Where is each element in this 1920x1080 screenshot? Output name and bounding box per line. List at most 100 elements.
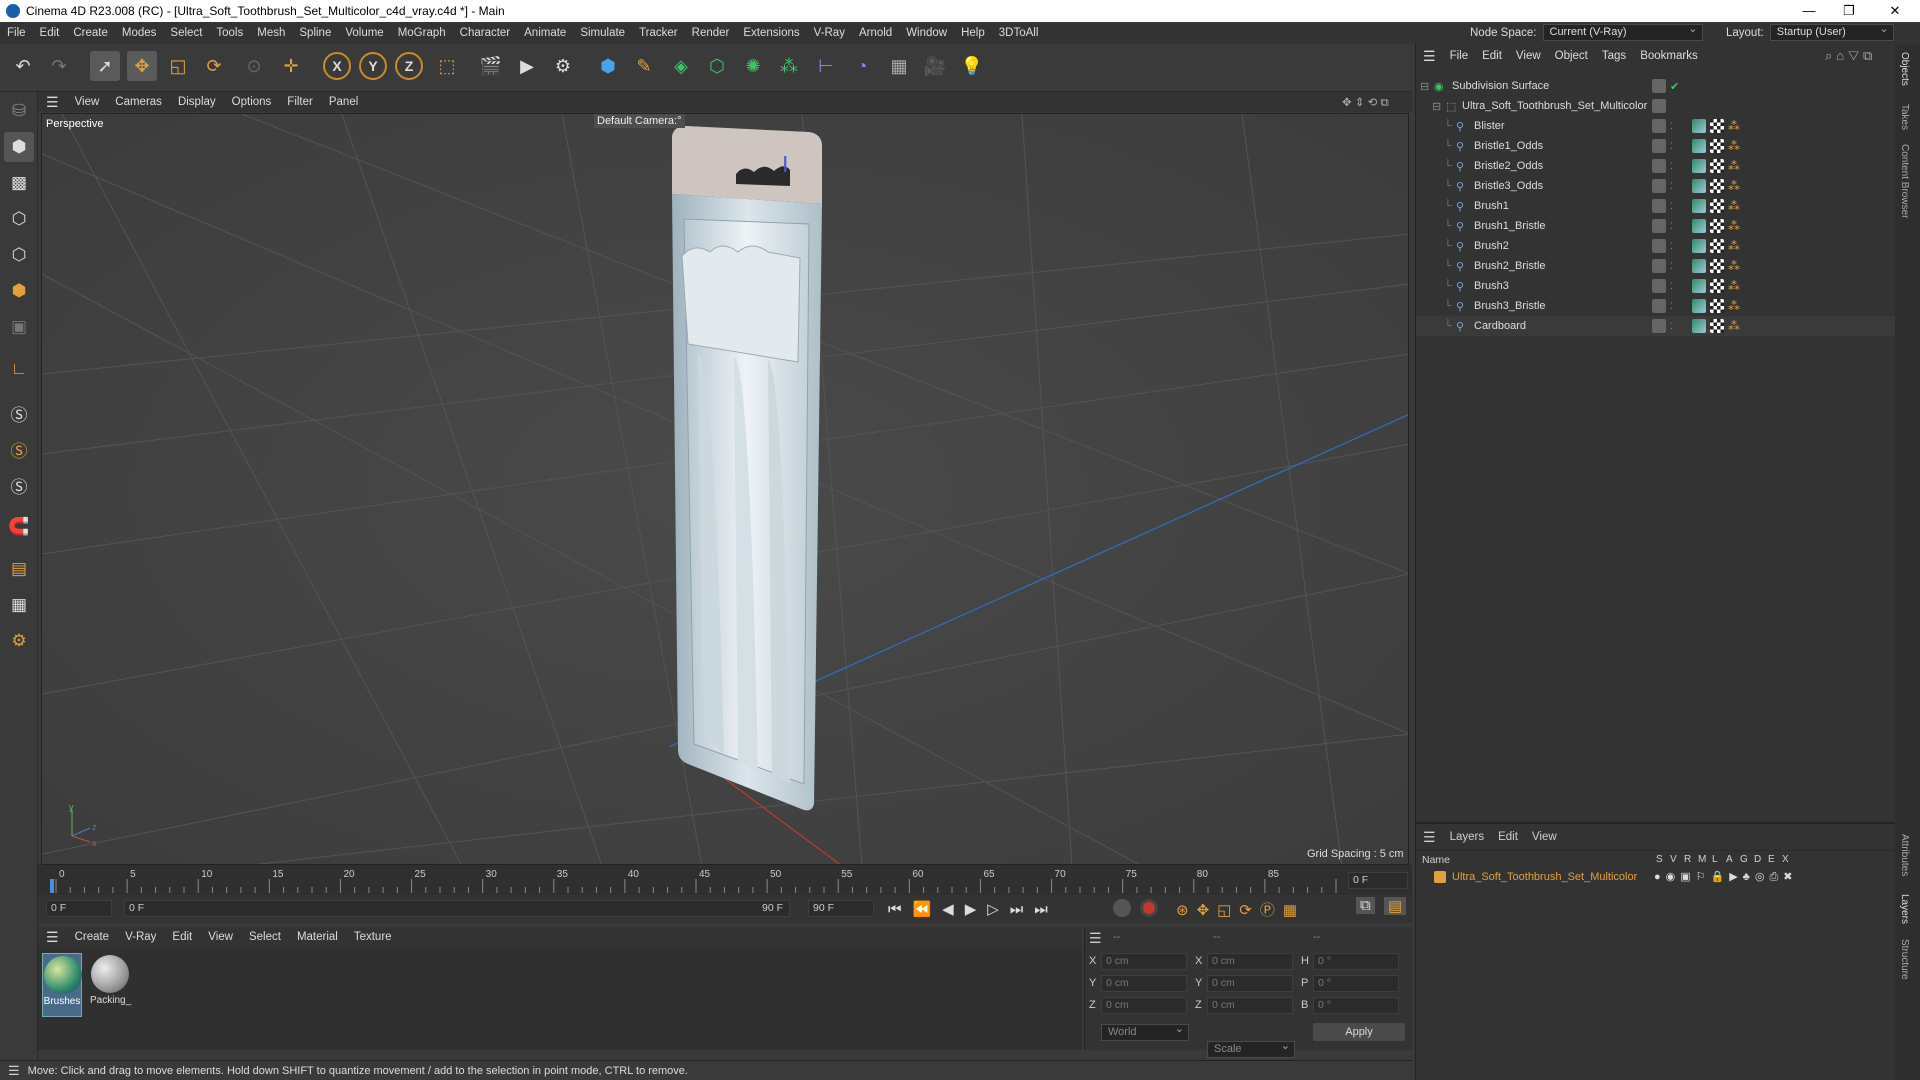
collapse-icon[interactable]: ⊟ — [1420, 80, 1429, 93]
visibility-dots-icon[interactable]: ⁚ — [1670, 281, 1673, 292]
mat-menu-view[interactable]: View — [200, 931, 241, 943]
workplane-grid-icon[interactable]: ▤ — [4, 554, 34, 584]
menu-tracker[interactable]: Tracker — [632, 27, 685, 39]
visibility-dots-icon[interactable]: ⁚ — [1670, 121, 1673, 132]
vray-tag-icon[interactable]: ⁂ — [1728, 159, 1740, 173]
vray-tag-icon[interactable]: ⁂ — [1728, 119, 1740, 133]
cube-object-icon[interactable]: ⬢ — [593, 51, 623, 81]
object-row-child[interactable]: └ ⚲ Brush2_Bristle ⁚ ⁂ — [1416, 256, 1896, 276]
vp-menu-options[interactable]: Options — [224, 96, 280, 108]
tab-layers[interactable]: Layers — [1899, 894, 1910, 924]
mat-menu-edit[interactable]: Edit — [164, 931, 200, 943]
menu-simulate[interactable]: Simulate — [573, 27, 632, 39]
menu-render[interactable]: Render — [685, 27, 737, 39]
layer-tag-icon[interactable] — [1652, 159, 1666, 173]
menu-select[interactable]: Select — [163, 27, 209, 39]
uvw-tag-icon[interactable] — [1710, 119, 1724, 133]
render-settings-icon[interactable]: ⚙ — [548, 51, 578, 81]
object-row-child[interactable]: └ ⚲ Brush3 ⁚ ⁂ — [1416, 276, 1896, 296]
subdivision-icon[interactable]: ◈ — [666, 51, 696, 81]
pos-y-field[interactable]: 0 cm — [1101, 975, 1187, 992]
uv-mode-icon[interactable]: ▣ — [4, 312, 34, 342]
size-z-field[interactable]: 0 cm — [1207, 997, 1293, 1014]
render-view-icon[interactable]: 🎬 — [476, 51, 506, 81]
layer-tag-icon[interactable] — [1652, 239, 1666, 253]
select-tool-icon[interactable]: ➚ — [90, 51, 120, 81]
rot-b-field[interactable]: 0 ° — [1313, 997, 1399, 1014]
scale-tool-icon[interactable]: ◱ — [163, 51, 193, 81]
material-tag-icon[interactable] — [1692, 219, 1706, 233]
vray-tag-icon[interactable]: ⁂ — [1728, 319, 1740, 333]
keyframe-tools-icons[interactable]: ⊛✥◱⟳Ⓟ▦ — [1176, 899, 1305, 920]
coords-hamburger-icon[interactable]: ☰ — [1089, 930, 1102, 947]
material-tag-icon[interactable] — [1692, 179, 1706, 193]
vray-tag-icon[interactable]: ⁂ — [1728, 219, 1740, 233]
material-tag-icon[interactable] — [1692, 119, 1706, 133]
z-axis-lock-icon[interactable]: Z — [395, 52, 423, 80]
material-hamburger-icon[interactable]: ☰ — [38, 929, 67, 946]
node-space-dropdown[interactable]: Current (V-Ray) — [1542, 22, 1703, 41]
vray-tag-icon[interactable]: ⁂ — [1728, 279, 1740, 293]
x-axis-lock-icon[interactable]: X — [323, 52, 351, 80]
uvw-tag-icon[interactable] — [1710, 159, 1724, 173]
status-hamburger-icon[interactable]: ☰ — [0, 1063, 28, 1079]
rotate-tool-icon[interactable]: ⟳ — [199, 51, 229, 81]
array-icon[interactable]: ⁂ — [774, 51, 804, 81]
lock-workplane-icon[interactable]: ⚙ — [4, 626, 34, 656]
visibility-dots-icon[interactable]: ⁚ — [1670, 241, 1673, 252]
mat-menu-create[interactable]: Create — [67, 931, 118, 943]
material-tag-icon[interactable] — [1692, 239, 1706, 253]
undo-icon[interactable]: ↶ — [8, 51, 38, 81]
visibility-dots-icon[interactable]: ⁚ — [1670, 161, 1673, 172]
start-frame-field[interactable]: 0 F — [46, 900, 112, 917]
layer-flag-header[interactable]: R — [1684, 854, 1691, 865]
vp-menu-view[interactable]: View — [67, 96, 108, 108]
workplane-icon[interactable]: ∟ — [4, 354, 34, 384]
vray-tag-icon[interactable]: ⁂ — [1728, 179, 1740, 193]
material-tag-icon[interactable] — [1692, 319, 1706, 333]
viewport-hamburger-icon[interactable]: ☰ — [38, 94, 67, 111]
uvw-tag-icon[interactable] — [1710, 179, 1724, 193]
grid-icon[interactable]: ▦ — [4, 590, 34, 620]
playback-controls[interactable]: ⏮⏪◀▶▷⏭⏭ — [888, 900, 1059, 918]
current-frame-field[interactable]: 0 F — [1348, 872, 1408, 889]
object-search-icons[interactable]: ⌕⌂▽⧉ — [1818, 48, 1883, 64]
timeline-mode-icon[interactable]: ⧉ — [1356, 897, 1375, 914]
texture-mode-icon[interactable]: ▩ — [4, 168, 34, 198]
close-button[interactable]: ✕ — [1872, 0, 1918, 22]
layer-tag-icon[interactable] — [1652, 199, 1666, 213]
menu-modes[interactable]: Modes — [115, 27, 164, 39]
vray-tag-icon[interactable]: ⁂ — [1728, 139, 1740, 153]
vp-menu-display[interactable]: Display — [170, 96, 224, 108]
visibility-dots-icon[interactable]: ⁚ — [1670, 321, 1673, 332]
obj-menu-edit[interactable]: Edit — [1475, 50, 1509, 62]
visibility-dots-icon[interactable]: ⁚ — [1670, 201, 1673, 212]
uvw-tag-icon[interactable] — [1710, 279, 1724, 293]
snap-icon[interactable]: Ⓢ — [4, 398, 34, 428]
light-icon[interactable]: 💡 — [957, 51, 987, 81]
layer-flag-header[interactable]: M — [1698, 854, 1706, 865]
uvw-tag-icon[interactable] — [1710, 319, 1724, 333]
uvw-tag-icon[interactable] — [1710, 219, 1724, 233]
mat-menu-material[interactable]: Material — [289, 931, 346, 943]
visibility-dots-icon[interactable]: ⁚ — [1670, 261, 1673, 272]
vray-tag-icon[interactable]: ⁂ — [1728, 239, 1740, 253]
mat-menu-select[interactable]: Select — [241, 931, 289, 943]
layer-flag-header[interactable]: D — [1754, 854, 1761, 865]
layer-flag-header[interactable]: A — [1726, 854, 1733, 865]
material-brushes[interactable]: Brushes — [42, 953, 82, 1017]
viewport-camera-label[interactable]: Default Camera:° — [594, 114, 685, 128]
layer-flag-header[interactable]: S — [1656, 854, 1663, 865]
live-selection-icon[interactable]: ⊙ — [239, 51, 269, 81]
mat-menu-vray[interactable]: V-Ray — [117, 931, 164, 943]
object-row-child[interactable]: └ ⚲ Blister ⁚ ⁂ — [1416, 116, 1896, 136]
layer-flag-header[interactable]: L — [1712, 854, 1718, 865]
vp-menu-cameras[interactable]: Cameras — [107, 96, 170, 108]
pos-z-field[interactable]: 0 cm — [1101, 997, 1187, 1014]
obj-menu-tags[interactable]: Tags — [1595, 50, 1633, 62]
size-y-field[interactable]: 0 cm — [1207, 975, 1293, 992]
layer-tag-icon[interactable] — [1652, 279, 1666, 293]
vray-tag-icon[interactable]: ⁂ — [1728, 199, 1740, 213]
coordinate-system-icon[interactable]: ⬚ — [432, 51, 462, 81]
layer-tag-icon[interactable] — [1652, 79, 1666, 93]
